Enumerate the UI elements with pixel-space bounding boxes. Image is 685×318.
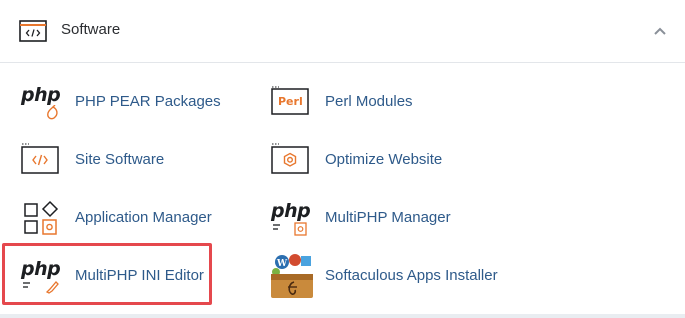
site-software-link[interactable]: Site Software bbox=[21, 140, 221, 180]
optimize-website-icon bbox=[271, 140, 319, 180]
multiphp-manager-label: MultiPHP Manager bbox=[325, 209, 451, 226]
perl-modules-label: Perl Modules bbox=[325, 93, 413, 110]
perl-modules-link[interactable]: Perl Perl Modules bbox=[271, 82, 471, 122]
softaculous-icon: W bbox=[268, 252, 318, 300]
application-manager-label: Application Manager bbox=[75, 209, 212, 226]
php-pear-icon: php bbox=[21, 82, 69, 122]
optimize-website-link[interactable]: Optimize Website bbox=[271, 140, 471, 180]
software-section-header[interactable]: Software bbox=[0, 0, 685, 63]
application-manager-link[interactable]: Application Manager bbox=[21, 198, 241, 238]
site-software-label: Site Software bbox=[75, 151, 165, 168]
php-pear-packages-label: PHP PEAR Packages bbox=[75, 93, 221, 110]
panel-bottom-border bbox=[0, 314, 685, 318]
php-pear-packages-link[interactable]: php PHP PEAR Packages bbox=[21, 82, 241, 122]
softaculous-apps-installer-label: Softaculous Apps Installer bbox=[325, 267, 498, 284]
chevron-up-icon[interactable] bbox=[653, 24, 667, 38]
multiphp-manager-icon: php bbox=[271, 198, 319, 238]
application-manager-icon bbox=[21, 198, 69, 238]
softaculous-apps-installer-link[interactable]: W Softaculous Apps Installer bbox=[268, 252, 508, 300]
site-software-icon bbox=[21, 140, 69, 180]
highlight-box bbox=[2, 243, 212, 305]
optimize-website-label: Optimize Website bbox=[325, 151, 443, 168]
software-panel: Software php PHP PEAR Packages Perl Perl… bbox=[0, 0, 685, 318]
code-window-icon bbox=[19, 20, 47, 42]
perl-icon: Perl bbox=[271, 82, 319, 122]
svg-text:W: W bbox=[276, 259, 288, 269]
pear-leaf-icon bbox=[47, 105, 58, 120]
section-title: Software bbox=[61, 21, 121, 38]
multiphp-manager-link[interactable]: php MultiPHP Manager bbox=[271, 198, 471, 238]
perl-icon-text: Perl bbox=[278, 95, 303, 108]
